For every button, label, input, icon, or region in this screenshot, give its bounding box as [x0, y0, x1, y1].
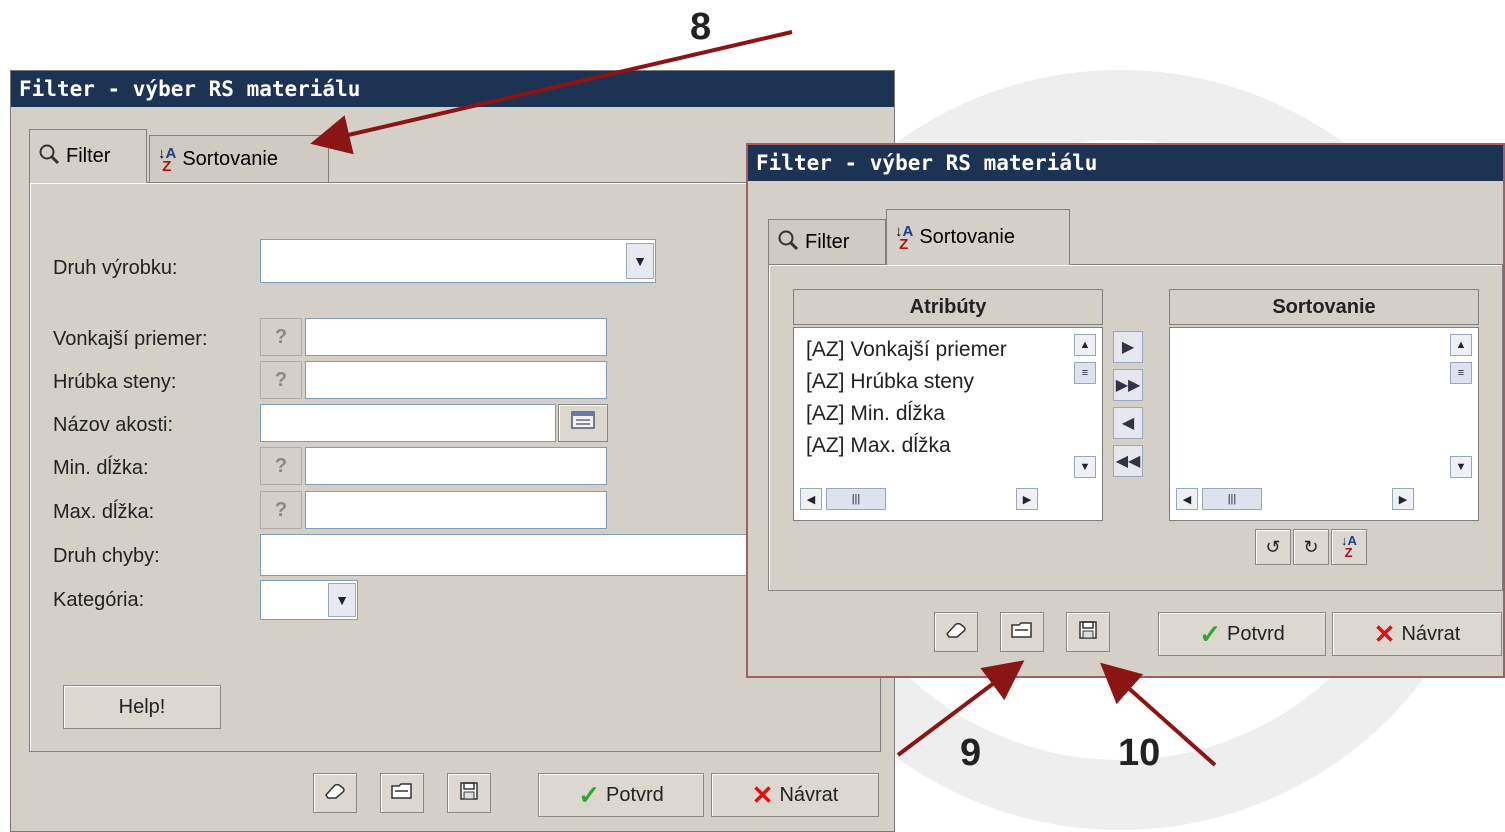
- arrow-9: [896, 660, 1025, 757]
- tab-sortovanie[interactable]: ↓A Z Sortovanie: [886, 209, 1070, 265]
- magnifier-icon: [38, 143, 60, 171]
- sort-az-icon: ↓A Z: [895, 222, 914, 253]
- arrow-8: [310, 30, 793, 155]
- tab-sortovanie-label: Sortovanie: [919, 226, 1015, 248]
- tab-filter[interactable]: Filter: [29, 129, 147, 183]
- annotation-label-9: 9: [960, 732, 982, 774]
- annotation-arrows: [310, 30, 1217, 767]
- tab-filter-label: Filter: [66, 145, 111, 167]
- annotation-label-10: 10: [1118, 732, 1161, 774]
- annotation-label-8: 8: [690, 6, 712, 48]
